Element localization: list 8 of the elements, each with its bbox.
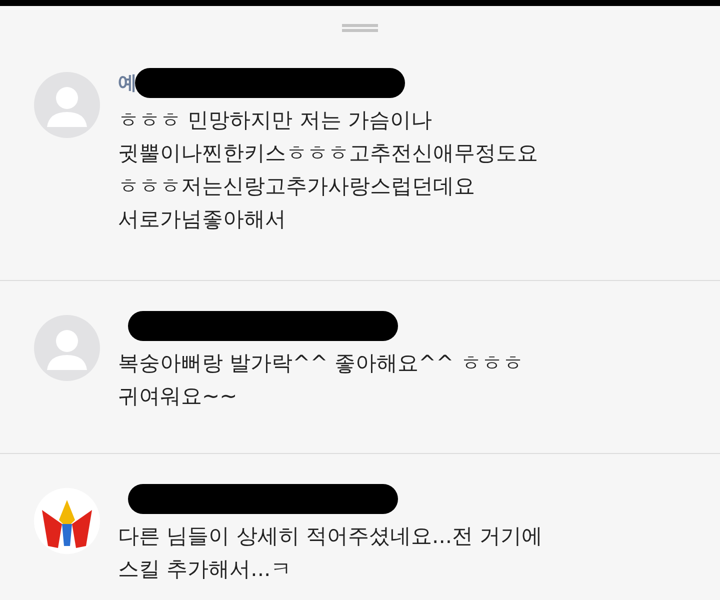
avatar-icon	[34, 488, 100, 554]
comment-text: 복숭아뻐랑 발가락^^ 좋아해요^^ ㅎㅎㅎ 귀여워요~~	[118, 350, 524, 410]
avatar-icon	[34, 72, 100, 138]
drag-handle[interactable]	[342, 24, 378, 32]
comment-text: ㅎㅎㅎ 민망하지만 저는 가슴이나 귓뿔이나찐한키스ㅎㅎㅎ고추전신애무정도요 ㅎㅎㅎ저는신랑고추가사랑스럽던데요 서로가넘좋아해서	[118, 107, 538, 233]
comment-text: 다른 님들이 상세히 적어주셨네요...전 거기에 스킬 추가해서...ㅋ	[118, 523, 543, 583]
avatar-icon	[34, 315, 100, 381]
author-name: 예	[118, 70, 137, 96]
